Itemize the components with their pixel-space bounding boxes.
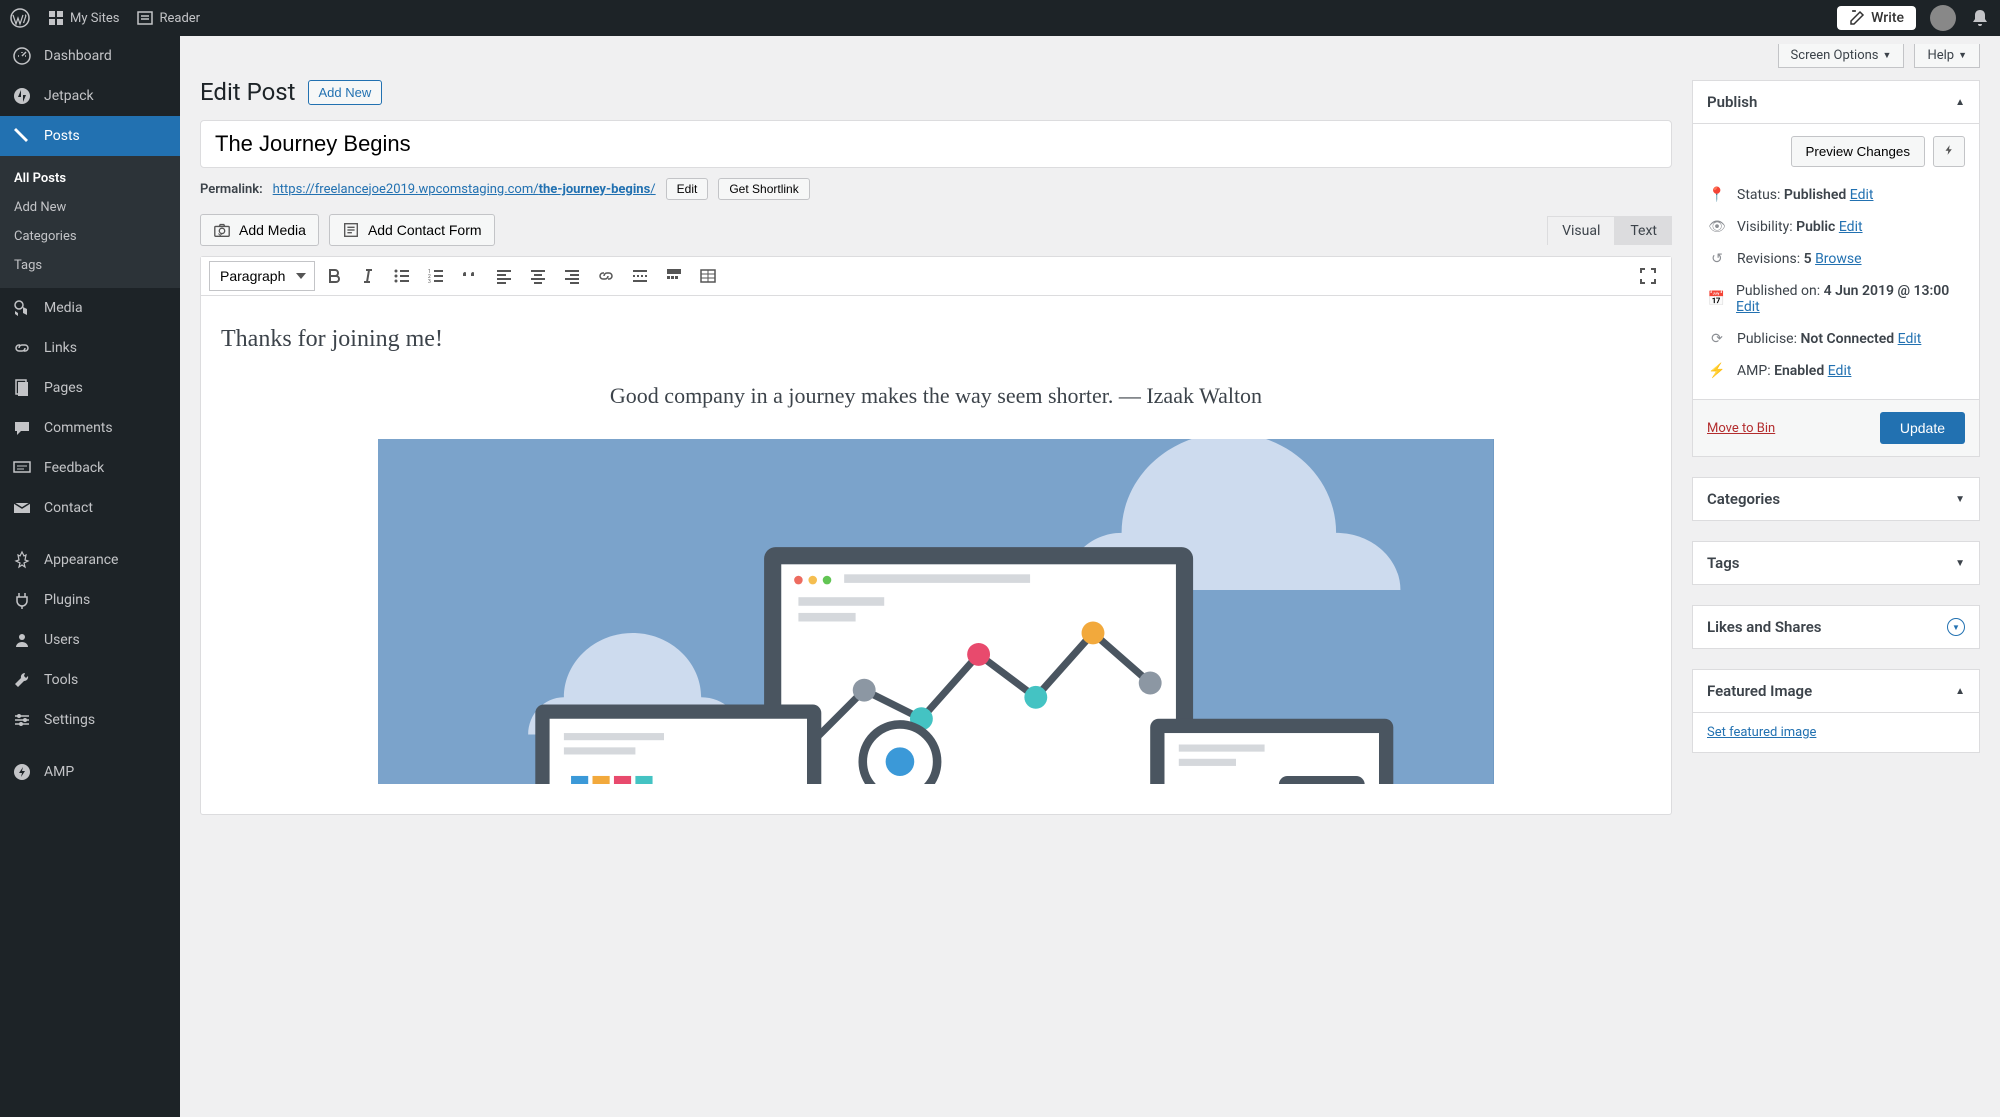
eye-icon: 👁 bbox=[1707, 219, 1727, 235]
help-tab[interactable]: Help ▼ bbox=[1914, 44, 1980, 68]
admin-sidebar: Dashboard Jetpack Posts All Posts Add Ne… bbox=[0, 36, 180, 1117]
tags-metabox: Tags▼ bbox=[1692, 541, 1980, 585]
sidebar-item-pages[interactable]: Pages bbox=[0, 368, 180, 408]
sidebar-item-dashboard[interactable]: Dashboard bbox=[0, 36, 180, 76]
reader-link[interactable]: Reader bbox=[137, 10, 200, 26]
sidebar-item-settings[interactable]: Settings bbox=[0, 700, 180, 740]
write-icon bbox=[1849, 10, 1865, 26]
sidebar-subitem-all-posts[interactable]: All Posts bbox=[0, 164, 180, 193]
permalink-edit-button[interactable]: Edit bbox=[666, 178, 709, 200]
publicise-edit-link[interactable]: Edit bbox=[1898, 331, 1922, 347]
quote-button[interactable] bbox=[455, 261, 485, 291]
write-button[interactable]: Write bbox=[1837, 6, 1916, 30]
readmore-button[interactable] bbox=[625, 261, 655, 291]
add-new-button[interactable]: Add New bbox=[308, 80, 383, 105]
sidebar-item-amp[interactable]: AMP bbox=[0, 752, 180, 792]
revisions-browse-link[interactable]: Browse bbox=[1815, 251, 1861, 267]
editor-paragraph: Thanks for joining me! bbox=[221, 326, 1651, 353]
sidebar-item-tools[interactable]: Tools bbox=[0, 660, 180, 700]
italic-button[interactable] bbox=[353, 261, 383, 291]
sites-icon bbox=[48, 10, 64, 26]
editor-tab-text[interactable]: Text bbox=[1615, 216, 1672, 245]
visibility-edit-link[interactable]: Edit bbox=[1839, 219, 1863, 235]
tags-header[interactable]: Tags▼ bbox=[1693, 542, 1979, 584]
calendar-icon: 📅 bbox=[1707, 291, 1726, 307]
preview-changes-button[interactable]: Preview Changes bbox=[1791, 136, 1925, 167]
align-right-button[interactable] bbox=[557, 261, 587, 291]
amp-preview-button[interactable] bbox=[1933, 136, 1965, 167]
post-title-input[interactable] bbox=[200, 120, 1672, 168]
add-contact-form-button[interactable]: Add Contact Form bbox=[329, 214, 495, 246]
editor: Paragraph 123 bbox=[200, 256, 1672, 815]
date-edit-link[interactable]: Edit bbox=[1736, 299, 1760, 315]
notifications-icon[interactable] bbox=[1970, 8, 1990, 28]
camera-icon bbox=[213, 221, 231, 239]
permalink-link[interactable]: https://freelancejoe2019.wpcomstaging.co… bbox=[273, 182, 656, 197]
admin-topbar: My Sites Reader Write bbox=[0, 0, 2000, 36]
sidebar-item-feedback[interactable]: Feedback bbox=[0, 448, 180, 488]
editor-tab-visual[interactable]: Visual bbox=[1547, 216, 1615, 245]
sidebar-item-plugins[interactable]: Plugins bbox=[0, 580, 180, 620]
sidebar-item-comments[interactable]: Comments bbox=[0, 408, 180, 448]
reader-icon bbox=[137, 10, 153, 26]
wp-logo[interactable] bbox=[10, 8, 30, 28]
sidebar-item-posts[interactable]: Posts bbox=[0, 116, 180, 156]
key-icon: 📍 bbox=[1707, 187, 1727, 203]
publish-header[interactable]: Publish▲ bbox=[1693, 81, 1979, 124]
share-icon: ⟳ bbox=[1707, 331, 1727, 347]
likes-metabox: Likes and Shares▼ bbox=[1692, 605, 1980, 649]
svg-text:3: 3 bbox=[428, 279, 431, 285]
my-sites-link[interactable]: My Sites bbox=[48, 10, 119, 26]
move-to-bin-link[interactable]: Move to Bin bbox=[1707, 421, 1775, 436]
chevron-down-icon: ▼ bbox=[1947, 618, 1965, 636]
categories-metabox: Categories▼ bbox=[1692, 477, 1980, 521]
sidebar-item-users[interactable]: Users bbox=[0, 620, 180, 660]
form-icon bbox=[342, 221, 360, 239]
add-media-button[interactable]: Add Media bbox=[200, 214, 319, 246]
bolt-icon bbox=[1942, 143, 1956, 157]
fullscreen-button[interactable] bbox=[1633, 261, 1663, 291]
amp-icon: ⚡ bbox=[1707, 363, 1727, 379]
screen-options-tab[interactable]: Screen Options ▼ bbox=[1778, 44, 1905, 68]
publish-metabox: Publish▲ Preview Changes 📍Status: Publis… bbox=[1692, 80, 1980, 457]
format-select[interactable]: Paragraph bbox=[209, 261, 315, 291]
sidebar-item-appearance[interactable]: Appearance bbox=[0, 540, 180, 580]
get-shortlink-button[interactable]: Get Shortlink bbox=[718, 178, 809, 200]
revisions-icon: ↺ bbox=[1707, 251, 1727, 267]
sidebar-item-links[interactable]: Links bbox=[0, 328, 180, 368]
bullet-list-button[interactable] bbox=[387, 261, 417, 291]
align-left-button[interactable] bbox=[489, 261, 519, 291]
toolbar-toggle-button[interactable] bbox=[659, 261, 689, 291]
likes-header[interactable]: Likes and Shares▼ bbox=[1693, 606, 1979, 648]
sidebar-subitem-tags[interactable]: Tags bbox=[0, 251, 180, 280]
sidebar-submenu-posts: All Posts Add New Categories Tags bbox=[0, 156, 180, 288]
update-button[interactable]: Update bbox=[1880, 412, 1965, 444]
amp-edit-link[interactable]: Edit bbox=[1828, 363, 1852, 379]
set-featured-image-link[interactable]: Set featured image bbox=[1707, 725, 1816, 740]
page-title: Edit Post bbox=[200, 78, 296, 106]
link-button[interactable] bbox=[591, 261, 621, 291]
editor-toolbar: Paragraph 123 bbox=[201, 257, 1671, 296]
bold-button[interactable] bbox=[319, 261, 349, 291]
sidebar-item-contact[interactable]: Contact bbox=[0, 488, 180, 528]
editor-content[interactable]: Thanks for joining me! Good company in a… bbox=[201, 296, 1671, 814]
categories-header[interactable]: Categories▼ bbox=[1693, 478, 1979, 520]
permalink-label: Permalink: bbox=[200, 182, 263, 197]
user-avatar[interactable] bbox=[1930, 5, 1956, 31]
numbered-list-button[interactable]: 123 bbox=[421, 261, 451, 291]
sidebar-subitem-categories[interactable]: Categories bbox=[0, 222, 180, 251]
editor-quote: Good company in a journey makes the way … bbox=[261, 383, 1611, 409]
status-edit-link[interactable]: Edit bbox=[1850, 187, 1874, 203]
sidebar-item-media[interactable]: Media bbox=[0, 288, 180, 328]
featured-image-header[interactable]: Featured Image▲ bbox=[1693, 670, 1979, 713]
table-button[interactable] bbox=[693, 261, 723, 291]
editor-image bbox=[378, 439, 1493, 784]
permalink-row: Permalink: https://freelancejoe2019.wpco… bbox=[200, 178, 1672, 200]
sidebar-subitem-add-new[interactable]: Add New bbox=[0, 193, 180, 222]
sidebar-item-jetpack[interactable]: Jetpack bbox=[0, 76, 180, 116]
align-center-button[interactable] bbox=[523, 261, 553, 291]
featured-image-metabox: Featured Image▲ Set featured image bbox=[1692, 669, 1980, 753]
